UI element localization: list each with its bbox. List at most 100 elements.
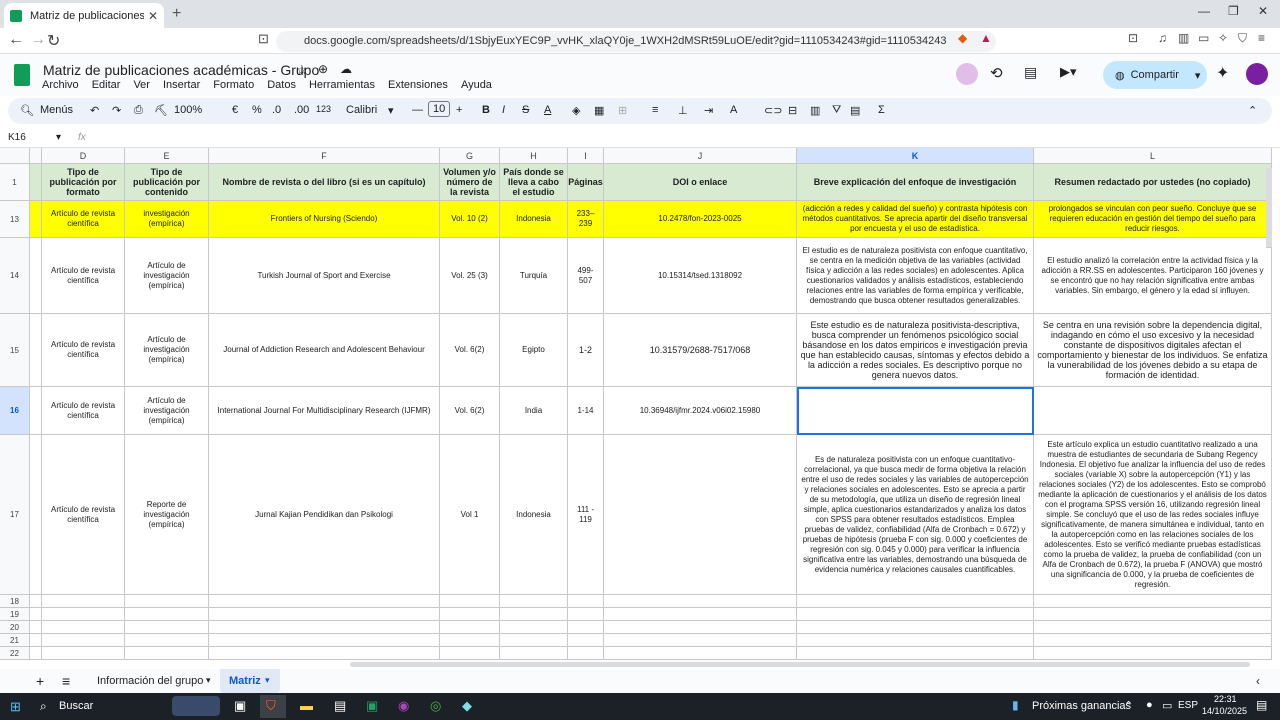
empty-cell[interactable]	[604, 647, 797, 660]
cell-g-16[interactable]: Vol. 6(2)	[440, 387, 500, 435]
zoom-select[interactable]: 100%	[174, 104, 202, 116]
taskbar-search-icon[interactable]: ⌕	[40, 699, 47, 714]
cell-k-15[interactable]: Este estudio es de naturaleza positivist…	[797, 314, 1034, 387]
app-icon-2[interactable]: ▣	[366, 698, 378, 714]
menu-herramientas[interactable]: Herramientas	[309, 79, 375, 91]
cell-l-15[interactable]: Se centra en una revisión sobre la depen…	[1034, 314, 1272, 387]
font-size-decrease-icon[interactable]: —	[412, 104, 423, 116]
cell-d-14[interactable]: Artículo de revista científica	[42, 238, 125, 314]
cell-c-13[interactable]	[30, 201, 42, 238]
link-icon[interactable]: ⊂⊃	[764, 104, 782, 117]
cell-c-16[interactable]	[30, 387, 42, 435]
move-icon[interactable]: ⊕	[318, 62, 328, 76]
cell-d-16[interactable]: Artículo de revista científica	[42, 387, 125, 435]
empty-cell[interactable]	[500, 647, 568, 660]
empty-cell[interactable]	[440, 634, 500, 647]
empty-cell[interactable]	[209, 647, 440, 660]
bookmark-icon[interactable]: ⊡	[258, 31, 269, 47]
cell-j-13[interactable]: 10.2478/fon-2023-0025	[604, 201, 797, 238]
cell-f-15[interactable]: Journal of Addiction Research and Adoles…	[209, 314, 440, 387]
cell-i-13[interactable]: 233–239	[568, 201, 604, 238]
cell-g-13[interactable]: Vol. 10 (2)	[440, 201, 500, 238]
menu-editar[interactable]: Editar	[92, 79, 121, 91]
horizontal-scrollbar[interactable]	[350, 662, 1250, 667]
clock-date[interactable]: 14/10/2025	[1202, 706, 1247, 716]
sheet-tab-matriz[interactable]: Matriz ▾	[220, 669, 280, 693]
header-cell-g[interactable]: Volumen y/o número de la revista	[440, 164, 500, 201]
name-box-dropdown-icon[interactable]: ▾	[56, 132, 61, 143]
empty-cell[interactable]	[125, 595, 209, 608]
cell-c-17[interactable]	[30, 435, 42, 595]
filter-icon[interactable]: ⛛	[832, 104, 841, 117]
cell-f-16[interactable]: International Journal For Multidisciplin…	[209, 387, 440, 435]
header-cell-e[interactable]: Tipo de publicación por contenido	[125, 164, 209, 201]
close-tab-icon[interactable]: ✕	[148, 9, 158, 23]
empty-cell[interactable]	[1034, 634, 1272, 647]
empty-cell[interactable]	[125, 634, 209, 647]
collapse-toolbar-icon[interactable]: ⌃	[1248, 104, 1257, 117]
app-icon-3[interactable]: ◉	[398, 698, 409, 714]
taskbar-widget-image[interactable]	[172, 696, 220, 716]
header-cell-f[interactable]: Nombre de revista o del libro (si es un …	[209, 164, 440, 201]
menu-ayuda[interactable]: Ayuda	[461, 79, 492, 91]
decrease-decimal-button[interactable]: .0	[272, 104, 281, 116]
gemini-icon[interactable]: ✦	[1216, 63, 1229, 83]
header-cell-j[interactable]: DOI o enlace	[604, 164, 797, 201]
cell-i-17[interactable]: 111 - 119	[568, 435, 604, 595]
empty-cell[interactable]	[30, 647, 42, 660]
menu-extensiones[interactable]: Extensiones	[388, 79, 448, 91]
paint-format-icon[interactable]: ⛏	[154, 104, 168, 117]
column-header-f[interactable]: F	[209, 148, 440, 164]
empty-cell[interactable]	[500, 621, 568, 634]
column-header-c[interactable]	[30, 148, 42, 164]
empty-cell[interactable]	[568, 647, 604, 660]
empty-cell[interactable]	[30, 608, 42, 621]
font-select[interactable]: Calibri	[346, 104, 377, 116]
empty-cell[interactable]	[1034, 608, 1272, 621]
empty-cell[interactable]	[1034, 647, 1272, 660]
url-field[interactable]: docs.google.com/spreadsheets/d/1SbjyEuxY…	[276, 31, 996, 52]
new-tab-icon[interactable]: +	[172, 5, 181, 23]
header-cell-i[interactable]: Páginas	[568, 164, 604, 201]
cell-f-17[interactable]: Jurnal Kajian Pendidikan dan Psikologi	[209, 435, 440, 595]
undo-icon[interactable]: ↶	[90, 104, 99, 117]
cell-l-14[interactable]: El estudio analizó la correlación entre …	[1034, 238, 1272, 314]
row-header-18[interactable]: 18	[0, 595, 30, 608]
increase-decimal-button[interactable]: .00	[294, 104, 309, 116]
cell-k-17[interactable]: Es de naturaleza positivista con un enfo…	[797, 435, 1034, 595]
rotate-icon[interactable]: A	[730, 104, 737, 116]
column-header-d[interactable]: D	[42, 148, 125, 164]
menu-formato[interactable]: Formato	[213, 79, 254, 91]
row-header-20[interactable]: 20	[0, 621, 30, 634]
brave-shield-icon[interactable]: ◆	[958, 31, 967, 45]
empty-cell[interactable]	[42, 621, 125, 634]
sheets-logo-icon[interactable]	[14, 64, 30, 86]
functions-icon[interactable]: Σ	[878, 104, 885, 116]
wrap-icon[interactable]: ⇥	[704, 104, 713, 117]
row-header-1[interactable]: 1	[0, 164, 30, 201]
empty-cell[interactable]	[125, 621, 209, 634]
cell-f-14[interactable]: Turkish Journal of Sport and Exercise	[209, 238, 440, 314]
browser-tab[interactable]: Matriz de publicaciones académ ✕	[4, 3, 164, 28]
history-icon[interactable]: ⟲	[990, 64, 1003, 82]
cell-j-14[interactable]: 10.15314/tsed.1318092	[604, 238, 797, 314]
menu-archivo[interactable]: Archivo	[42, 79, 79, 91]
row-header-15[interactable]: 15	[0, 314, 30, 387]
language-label[interactable]: ESP	[1178, 700, 1198, 711]
cell-d-17[interactable]: Artículo de revista científica	[42, 435, 125, 595]
column-header-k[interactable]: K	[797, 148, 1034, 164]
vpn-icon[interactable]: ⛉	[1238, 31, 1247, 46]
cell-l-16[interactable]	[1034, 387, 1272, 435]
currency-button[interactable]: €	[232, 104, 238, 116]
minimize-icon[interactable]: —	[1198, 4, 1210, 18]
cell-l-13[interactable]: prolongados se vinculan con peor sueño. …	[1034, 201, 1272, 238]
share-button[interactable]: ◍ Compartir ▾	[1103, 61, 1207, 89]
cell-i-16[interactable]: 1-14	[568, 387, 604, 435]
row-header-14[interactable]: 14	[0, 238, 30, 314]
cell-k-16[interactable]	[797, 387, 1034, 435]
windows-start-icon[interactable]: ⊞	[10, 699, 21, 715]
comments-icon[interactable]: ▤	[1024, 64, 1037, 81]
cell-e-14[interactable]: Artículo de investigación (empírica)	[125, 238, 209, 314]
empty-cell[interactable]	[604, 595, 797, 608]
network-icon[interactable]: ▭	[1162, 699, 1172, 712]
